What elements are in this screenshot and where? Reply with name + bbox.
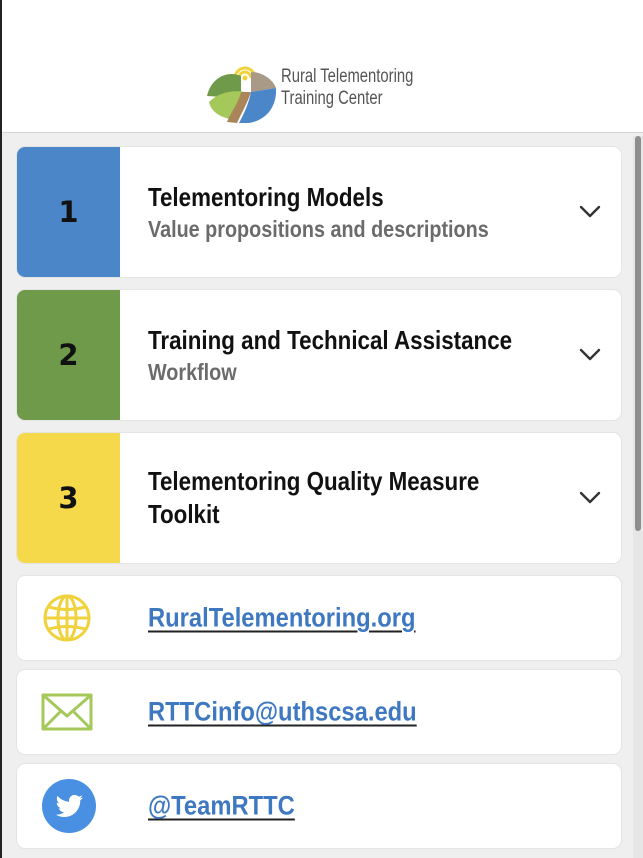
- section-card-training-technical-assistance[interactable]: 2 Training and Technical Assistance Work…: [17, 290, 621, 420]
- section-subtitle: Workflow: [148, 358, 237, 385]
- chevron-down-icon[interactable]: [579, 205, 601, 219]
- website-link[interactable]: RuralTelementoring.org: [148, 603, 416, 634]
- section-number: 3: [58, 481, 79, 515]
- section-title: Telementoring Models: [148, 181, 384, 212]
- email-link-card[interactable]: RTTCinfo@uthscsa.edu: [17, 670, 621, 754]
- twitter-link[interactable]: @TeamRTTC: [148, 791, 295, 822]
- scrollbar[interactable]: [633, 136, 643, 858]
- globe-icon: [43, 594, 91, 642]
- section-text: Telementoring Models Value propositions …: [148, 147, 561, 277]
- section-text: Training and Technical Assistance Workfl…: [148, 290, 561, 420]
- logo-line1: Rural Telementoring: [281, 66, 414, 87]
- section-title: Training and Technical Assistance: [148, 324, 513, 355]
- rttc-logo[interactable]: Rural Telementoring Training Center: [205, 60, 445, 126]
- website-link-card[interactable]: RuralTelementoring.org: [17, 576, 621, 660]
- header: Rural Telementoring Training Center: [2, 0, 643, 133]
- logo-text: Rural Telementoring Training Center: [281, 66, 413, 110]
- email-link[interactable]: RTTCinfo@uthscsa.edu: [148, 697, 417, 728]
- section-card-quality-measure-toolkit[interactable]: 3 Telementoring Quality Measure Toolkit: [17, 433, 621, 563]
- mail-icon: [41, 693, 93, 731]
- section-number: 2: [58, 338, 79, 372]
- section-number-badge: 3: [17, 433, 120, 563]
- section-number-badge: 2: [17, 290, 120, 420]
- app-window: Rural Telementoring Training Center 1 Te…: [0, 0, 643, 858]
- section-title: Telementoring Quality Measure Toolkit: [148, 466, 480, 529]
- chevron-down-icon[interactable]: [579, 348, 601, 362]
- section-card-telementoring-models[interactable]: 1 Telementoring Models Value proposition…: [17, 147, 621, 277]
- chevron-down-icon[interactable]: [579, 491, 601, 505]
- section-number-badge: 1: [17, 147, 120, 277]
- logo-line2: Training Center: [281, 88, 383, 109]
- main-list: 1 Telementoring Models Value proposition…: [2, 133, 643, 858]
- scrollbar-thumb[interactable]: [635, 136, 641, 531]
- twitter-icon: [42, 779, 96, 833]
- section-number: 1: [58, 195, 79, 229]
- twitter-link-card[interactable]: @TeamRTTC: [17, 764, 621, 848]
- rttc-logo-mark-icon: [207, 66, 277, 123]
- section-text: Telementoring Quality Measure Toolkit: [148, 433, 561, 563]
- section-subtitle: Value propositions and descriptions: [148, 215, 489, 242]
